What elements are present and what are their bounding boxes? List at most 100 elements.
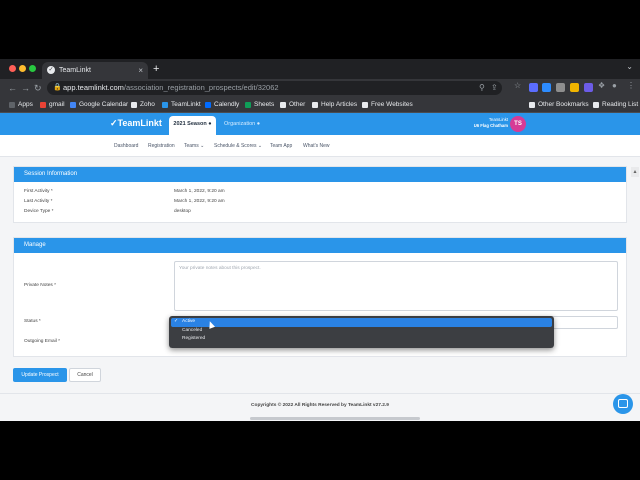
other-bookmarks[interactable]: Other Bookmarks — [529, 97, 589, 113]
gmail-icon — [40, 102, 46, 108]
chevron-down-icon: ● — [256, 121, 261, 127]
sheets-icon — [245, 102, 251, 108]
bookmark-google-calendar[interactable]: Google Calendar — [70, 97, 128, 113]
organization-tab[interactable]: Organization ● — [224, 116, 260, 133]
nav-team-app[interactable]: Team App — [270, 135, 292, 157]
season-tab[interactable]: 2021 Season ● — [169, 116, 216, 135]
lock-icon: 🔒 — [53, 84, 62, 91]
session-information-card: Session Information First Activity * Mar… — [13, 166, 627, 223]
tab-title: TeamLinkt — [59, 67, 91, 74]
browser-tab-teamlinkt[interactable]: ✓ TeamLinkt × — [42, 62, 148, 79]
horizontal-scrollbar[interactable] — [250, 417, 420, 420]
folder-icon — [529, 102, 535, 108]
reading-list[interactable]: Reading List — [593, 97, 638, 113]
extension-4-icon[interactable] — [570, 83, 579, 92]
bookmark-calendly[interactable]: Calendly — [205, 97, 239, 113]
minimize-window-button[interactable] — [19, 65, 26, 72]
chevron-down-icon: ⌄ — [257, 143, 263, 149]
teamlinkt-logo[interactable]: ✓TeamLinkt — [110, 118, 162, 129]
close-tab-icon[interactable]: × — [138, 62, 143, 79]
last-activity-label: Last Activity * — [24, 199, 53, 204]
maximize-window-button[interactable] — [29, 65, 36, 72]
back-button[interactable]: ← — [8, 81, 17, 95]
user-info[interactable]: TeamLinkt U6 Flag Chatham — [468, 117, 508, 129]
tab-search-icon[interactable]: ⌄ — [626, 62, 633, 71]
folder-icon — [131, 102, 137, 108]
site-header: ✓TeamLinkt 2021 Season ● Organization ● … — [0, 113, 640, 135]
extension-5-icon[interactable] — [584, 83, 593, 92]
device-type-value: desktop — [174, 209, 191, 214]
footer-divider — [0, 393, 640, 394]
nav-schedule-scores[interactable]: Schedule & Scores ⌄ — [214, 135, 262, 157]
share-icon[interactable]: ⇪ — [491, 81, 498, 95]
bookmark-sheets[interactable]: Sheets — [245, 97, 274, 113]
nav-teams[interactable]: Teams ⌄ — [184, 135, 204, 157]
reading-list-icon — [593, 102, 599, 108]
update-prospect-button[interactable]: Update Prospect — [13, 368, 67, 382]
scroll-up-icon[interactable]: ▴ — [631, 167, 639, 177]
section-heading: Manage — [14, 238, 626, 253]
chevron-down-icon: ⌄ — [200, 143, 205, 149]
address-toolbar: ← → ↻ 🔒 app.teamlinkt.com/association_re… — [0, 79, 640, 97]
zoom-icon[interactable]: ⚲ — [479, 81, 485, 95]
chevron-down-icon: ● — [208, 121, 212, 127]
first-activity-label: First Activity * — [24, 189, 53, 194]
url-bar[interactable]: 🔒 app.teamlinkt.com/association_registra… — [47, 81, 502, 95]
bookmark-other[interactable]: Other — [280, 97, 305, 113]
chat-bubble-icon — [618, 399, 628, 408]
nav-registration[interactable]: Registration — [148, 135, 175, 157]
bookmark-zoho[interactable]: Zoho — [131, 97, 155, 113]
outgoing-email-label: Outgoing Email * — [24, 339, 60, 344]
status-option-canceled[interactable]: Canceled — [171, 327, 552, 336]
bookmark-teamlinkt[interactable]: TeamLinkt — [162, 97, 201, 113]
url-host: app.teamlinkt.com — [63, 83, 124, 92]
status-option-registered[interactable]: Registered — [171, 335, 552, 344]
apps-grid-icon — [9, 102, 15, 108]
main-nav: Dashboard Registration Teams ⌄ Schedule … — [0, 135, 640, 157]
browser-window: ✓ TeamLinkt × + ⌄ ← → ↻ 🔒 app.teamlinkt.… — [0, 59, 640, 421]
device-type-label: Device Type * — [24, 209, 54, 214]
url-path: /association_registration_prospects/edit… — [123, 83, 279, 92]
page-content: ✓TeamLinkt 2021 Season ● Organization ● … — [0, 113, 640, 421]
calendar-icon — [70, 102, 76, 108]
extension-1-icon[interactable] — [529, 83, 538, 92]
calendly-icon — [205, 102, 211, 108]
close-window-button[interactable] — [9, 65, 16, 72]
folder-icon — [280, 102, 286, 108]
checkmark-icon: ✓ — [174, 319, 179, 324]
tab-bar: ✓ TeamLinkt × + ⌄ — [0, 59, 640, 79]
avatar[interactable]: TS — [510, 116, 526, 132]
chat-support-button[interactable] — [613, 394, 633, 414]
bookmarks-bar: Apps gmail Google Calendar Zoho TeamLink… — [0, 97, 640, 113]
nav-dashboard[interactable]: Dashboard — [114, 135, 138, 157]
bookmark-gmail[interactable]: gmail — [40, 97, 65, 113]
private-notes-input[interactable]: Your private notes about this prospect. — [174, 261, 618, 311]
forward-button[interactable]: → — [21, 81, 30, 95]
profile-icon[interactable]: ● — [612, 81, 617, 90]
nav-whats-new[interactable]: What's New — [303, 135, 330, 157]
private-notes-label: Private Notes * — [24, 283, 56, 288]
teamlinkt-icon — [162, 102, 168, 108]
extensions-puzzle-icon[interactable]: ❖ — [598, 81, 605, 90]
browser-menu-icon[interactable]: ⋮ — [627, 81, 635, 90]
reload-button[interactable]: ↻ — [34, 81, 42, 95]
teamlinkt-favicon-icon: ✓ — [47, 66, 55, 74]
cancel-button[interactable]: Cancel — [69, 368, 101, 382]
bookmark-free-websites[interactable]: Free Websites — [362, 97, 413, 113]
bookmark-star-icon[interactable]: ☆ — [514, 81, 521, 90]
footer-copyright: Copyrights © 2022 All Rights Reserved by… — [251, 403, 389, 408]
folder-icon — [312, 102, 318, 108]
new-tab-button[interactable]: + — [153, 62, 159, 76]
extension-3-icon[interactable] — [556, 83, 565, 92]
last-activity-value: March 1, 2022, 9:20 am — [174, 199, 225, 204]
folder-icon — [362, 102, 368, 108]
section-heading: Session Information — [14, 167, 626, 182]
bookmark-apps[interactable]: Apps — [9, 97, 33, 113]
bookmark-help-articles[interactable]: Help Articles — [312, 97, 357, 113]
check-circle-icon: ✓ — [110, 118, 118, 128]
extension-2-icon[interactable] — [542, 83, 551, 92]
status-label: Status * — [24, 319, 41, 324]
first-activity-value: March 1, 2022, 9:20 am — [174, 189, 225, 194]
status-option-active[interactable]: ✓ Active — [171, 318, 552, 327]
status-dropdown-menu: ✓ Active Canceled Registered — [169, 316, 554, 348]
